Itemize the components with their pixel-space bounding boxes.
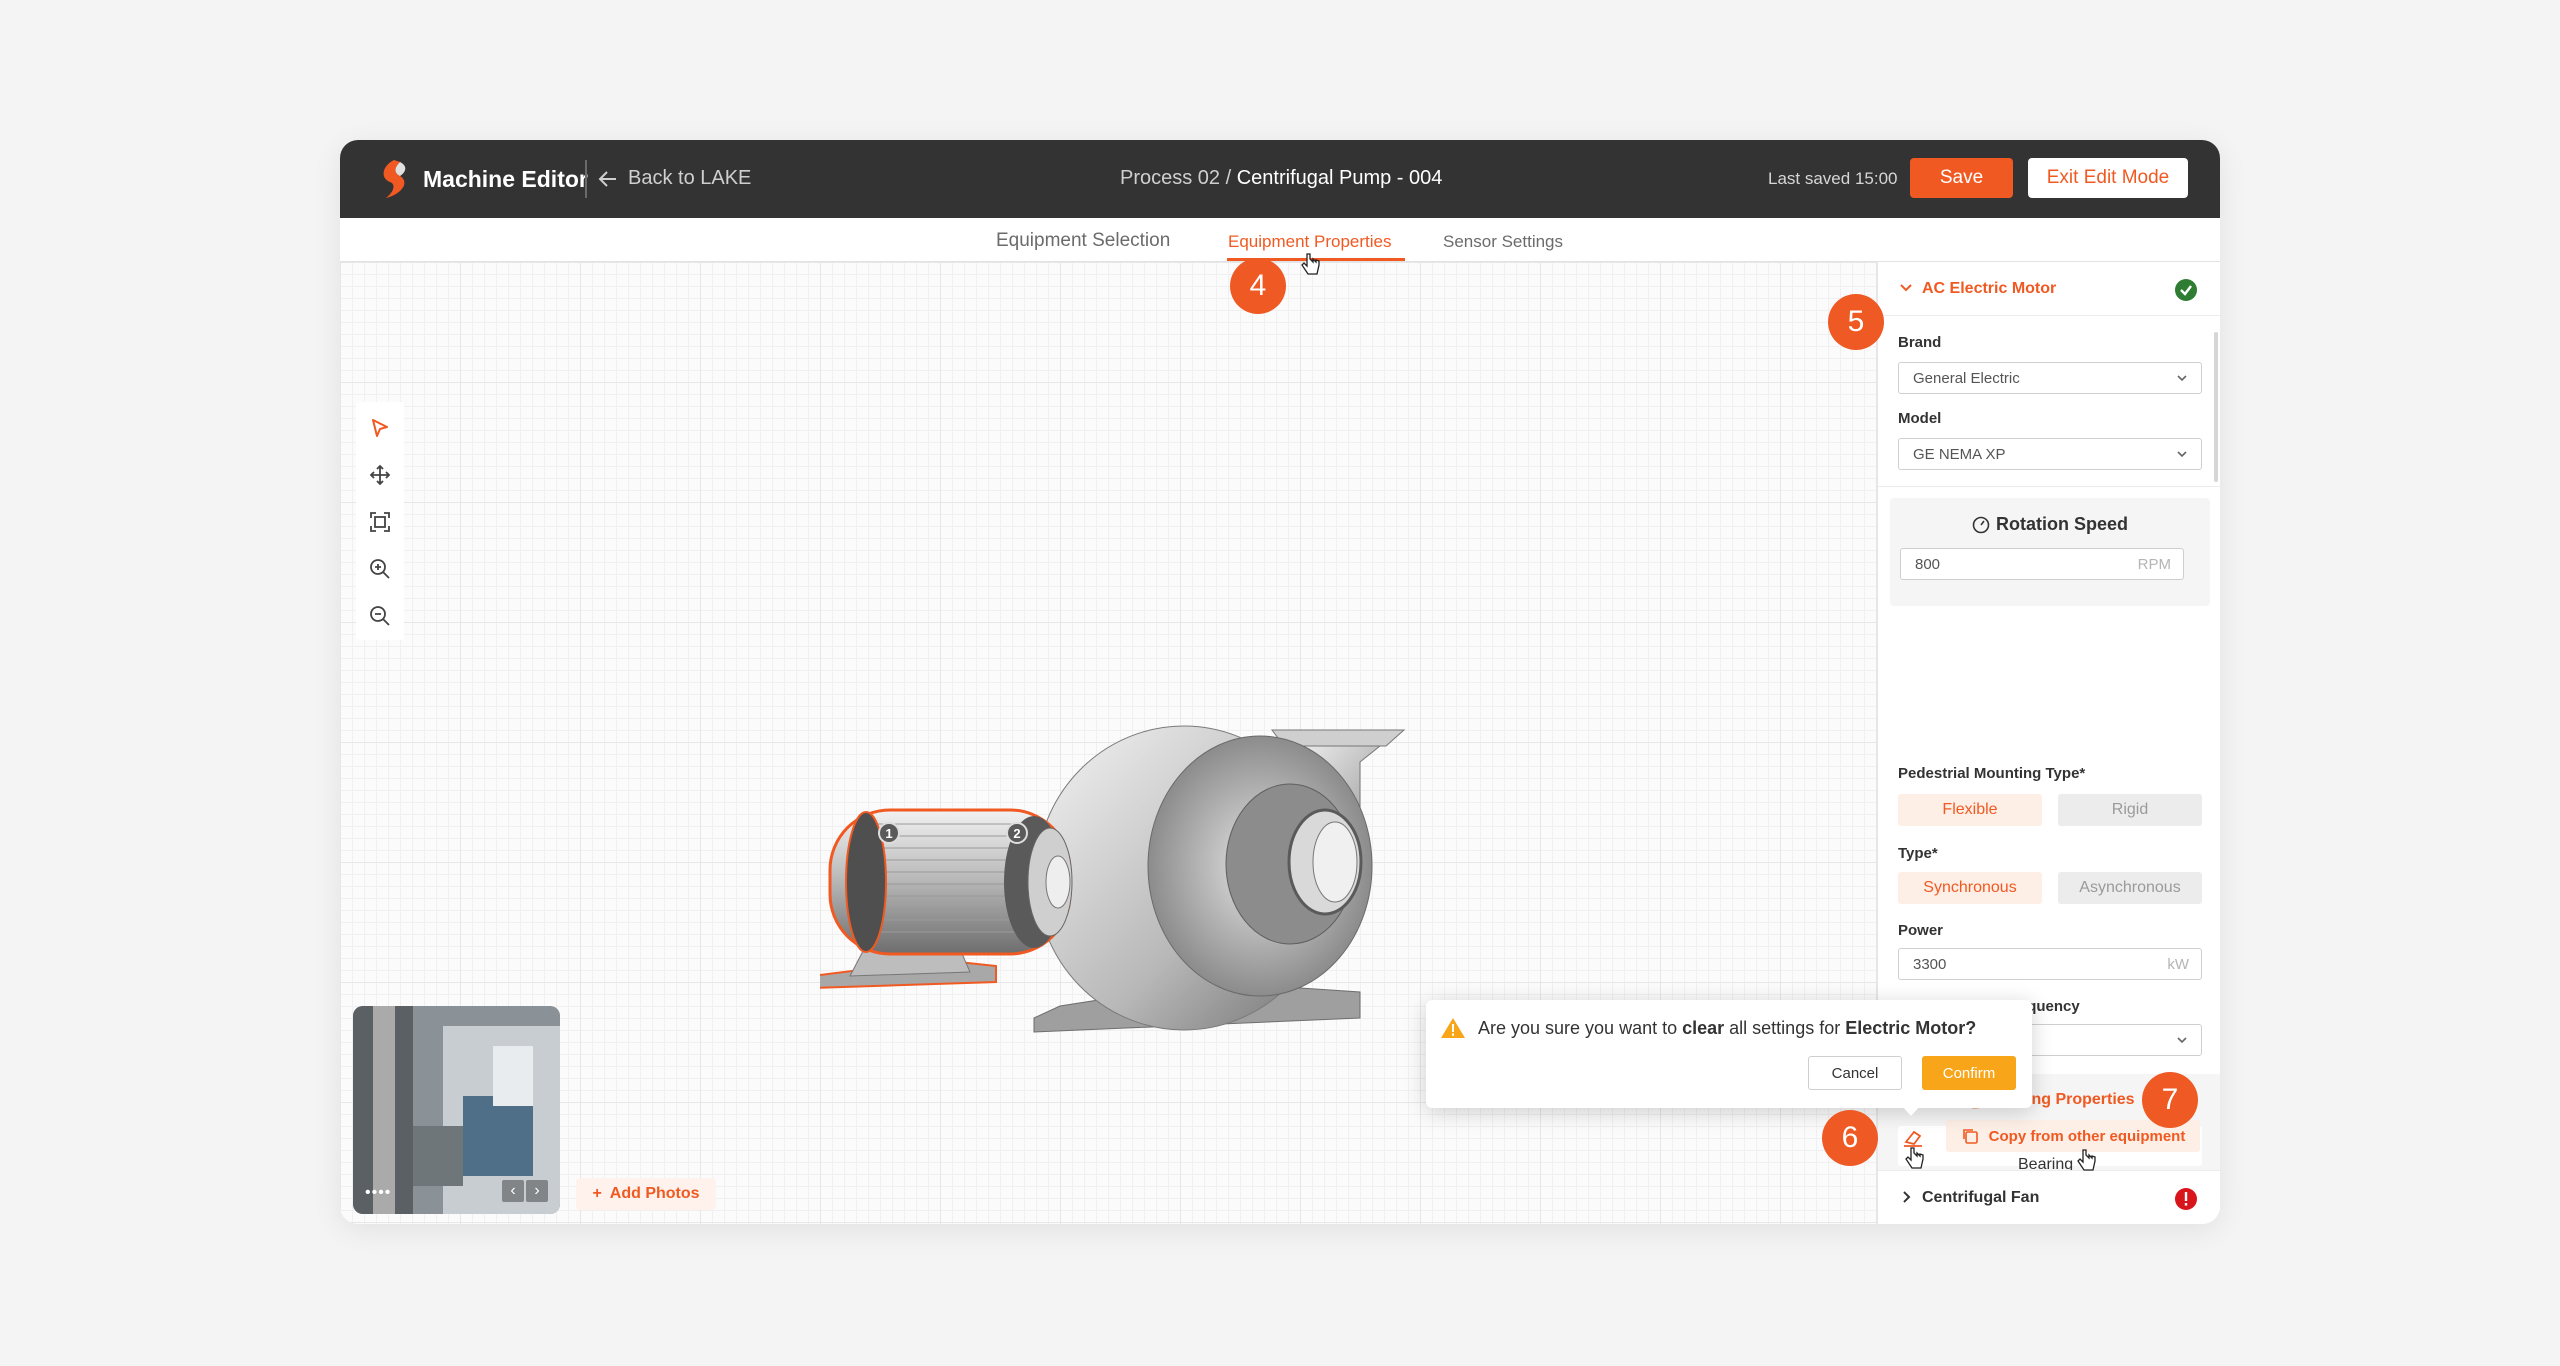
add-photos-button[interactable]: + Add Photos	[576, 1178, 716, 1210]
model-value: GE NEMA XP	[1913, 446, 2006, 463]
step-badge-4: 4	[1230, 258, 1286, 314]
clear-settings-dialog: Are you sure you want to clear all setti…	[1426, 1000, 2032, 1116]
zoom-out-icon[interactable]	[364, 600, 396, 632]
photo-nav: ‹ ›	[502, 1180, 548, 1202]
mounting-rigid-option[interactable]: Rigid	[2058, 794, 2202, 826]
step-badge-5: 5	[1828, 294, 1884, 350]
save-button[interactable]: Save	[1910, 158, 2013, 198]
chevron-down-icon	[2177, 375, 2187, 382]
hand-cursor-icon	[2077, 1149, 2096, 1171]
copy-icon	[1962, 1129, 1978, 1144]
exit-edit-mode-button[interactable]: Exit Edit Mode	[2028, 158, 2188, 198]
chevron-down-icon	[2177, 1037, 2187, 1044]
top-bar: Machine Editor Back to LAKE Process 02 /…	[340, 140, 2220, 218]
breadcrumb-parent: Process 02 /	[1120, 167, 1237, 189]
dialog-confirm-button[interactable]: Confirm	[1922, 1056, 2016, 1090]
panel-scrollbar[interactable]	[2214, 332, 2218, 482]
sensor-point-2[interactable]: 2	[1006, 822, 1028, 844]
copy-from-other-equipment-label: Copy from other equipment	[1988, 1127, 2186, 1145]
rotation-speed-value: 800	[1915, 556, 1941, 573]
fan-section-header[interactable]: Centrifugal Fan	[1878, 1170, 2220, 1224]
tab-equipment-properties[interactable]: Equipment Properties	[1228, 232, 1391, 252]
dialog-message-pre: Are you sure you want to	[1478, 1018, 1683, 1038]
brand-select[interactable]: General Electric	[1898, 362, 2202, 394]
canvas-toolbar	[356, 402, 404, 640]
tab-bar: Equipment Selection Equipment Properties…	[340, 218, 2220, 262]
warning-icon	[1441, 1018, 1465, 1038]
fan-section-title: Centrifugal Fan	[1922, 1189, 2040, 1206]
power-unit: kW	[2167, 956, 2189, 973]
dialog-message: Are you sure you want to clear all setti…	[1478, 1018, 1976, 1039]
motor-section-title: AC Electric Motor	[1922, 280, 2057, 297]
error-icon	[2175, 1188, 2197, 1210]
photo-pagination-dots: ••••	[365, 1184, 392, 1201]
app-title: Machine Editor	[423, 166, 588, 192]
chevron-down-icon	[2177, 451, 2187, 458]
rotation-speed-input[interactable]: 800 RPM	[1900, 548, 2184, 580]
dialog-cancel-button[interactable]: Cancel	[1808, 1056, 1902, 1090]
chevron-right-icon	[1903, 1191, 1911, 1203]
chevron-down-icon	[1900, 284, 1912, 292]
check-circle-icon	[2175, 279, 2197, 301]
type-synchronous-option[interactable]: Synchronous	[1898, 872, 2042, 904]
back-link[interactable]: Back to LAKE	[598, 167, 751, 190]
machine-editor-window: Machine Editor Back to LAKE Process 02 /…	[340, 140, 2220, 1224]
power-value: 3300	[1913, 956, 1947, 973]
equipment-photo[interactable]: •••• ‹ ›	[353, 1006, 560, 1214]
move-icon[interactable]	[364, 459, 396, 491]
breadcrumb: Process 02 / Centrifugal Pump - 004	[1120, 167, 1443, 190]
tab-equipment-selection[interactable]: Equipment Selection	[996, 230, 1170, 252]
power-label: Power	[1898, 922, 1944, 939]
sensor-point-1[interactable]: 1	[878, 822, 900, 844]
photo-next-button[interactable]: ›	[526, 1180, 548, 1202]
rotation-speed-title: Rotation Speed	[1890, 514, 2210, 535]
plus-icon: +	[592, 1185, 602, 1202]
zoom-in-icon[interactable]	[364, 553, 396, 585]
dialog-message-target: Electric Motor?	[1845, 1018, 1977, 1038]
gauge-icon	[1972, 516, 1990, 533]
app-logo-icon	[383, 160, 406, 198]
arrow-left-icon	[598, 170, 616, 187]
header-divider	[585, 160, 587, 198]
last-saved-status: Last saved 15:00	[1768, 169, 1898, 188]
model-label: Model	[1898, 410, 1942, 427]
brand-value: General Electric	[1913, 370, 2020, 387]
mounting-type-label: Pedestrial Mounting Type*	[1898, 765, 2086, 782]
hand-cursor-icon	[1301, 253, 1320, 275]
step-badge-6: 6	[1822, 1110, 1878, 1166]
type-asynchronous-option[interactable]: Asynchronous	[2058, 872, 2202, 904]
mounting-flexible-option[interactable]: Flexible	[1898, 794, 2042, 826]
photo-prev-button[interactable]: ‹	[502, 1180, 524, 1202]
hand-cursor-icon	[1905, 1147, 1924, 1169]
dialog-message-clear: clear	[1682, 1018, 1725, 1038]
tab-sensor-settings[interactable]: Sensor Settings	[1443, 232, 1563, 252]
add-photos-label: Add Photos	[609, 1185, 700, 1202]
divider	[1878, 486, 2220, 487]
rotation-speed-label: Rotation Speed	[1995, 514, 2128, 534]
breadcrumb-current: Centrifugal Pump - 004	[1236, 167, 1443, 189]
fit-screen-icon[interactable]	[364, 506, 396, 538]
power-input[interactable]: 3300 kW	[1898, 948, 2202, 980]
dialog-message-mid: all settings for	[1724, 1018, 1846, 1038]
type-label: Type*	[1898, 845, 1938, 862]
back-link-label: Back to LAKE	[628, 167, 752, 189]
brand-label: Brand	[1898, 334, 1942, 351]
motor-section-header[interactable]: AC Electric Motor	[1878, 262, 2220, 316]
model-select[interactable]: GE NEMA XP	[1898, 438, 2202, 470]
select-arrow-icon[interactable]	[364, 412, 396, 444]
rotation-speed-unit: RPM	[2137, 556, 2171, 573]
dialog-pointer	[1902, 1106, 1920, 1116]
rotation-speed-card: Rotation Speed 800 RPM	[1890, 498, 2210, 606]
step-badge-7: 7	[2142, 1072, 2198, 1128]
